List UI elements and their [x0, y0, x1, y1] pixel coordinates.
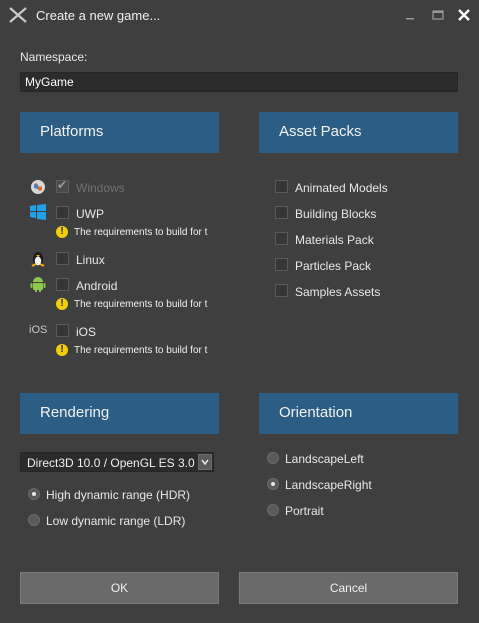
ios-icon: iOS [29, 324, 48, 336]
ok-button[interactable]: OK [20, 572, 219, 604]
animated-models-label: Animated Models [295, 181, 388, 195]
hdr-radio[interactable] [28, 488, 40, 500]
windows-label: Windows [76, 181, 125, 195]
android-checkbox[interactable] [56, 278, 69, 291]
materials-pack-checkbox[interactable] [275, 232, 288, 245]
uwp-checkbox[interactable] [56, 206, 69, 219]
rendering-header: Rendering [20, 393, 219, 434]
linux-label: Linux [76, 253, 105, 267]
warning-icon: ! [56, 226, 68, 238]
namespace-input[interactable] [20, 72, 458, 92]
windows-globe-icon [31, 180, 45, 194]
linux-penguin-icon [31, 252, 45, 267]
ios-checkbox[interactable] [56, 324, 69, 337]
uwp-label: UWP [76, 207, 104, 221]
minimize-icon[interactable] [400, 5, 420, 25]
warning-icon: ! [56, 298, 68, 310]
maximize-icon[interactable] [428, 5, 448, 25]
namespace-label: Namespace: [20, 50, 88, 64]
platforms-header: Platforms [20, 112, 219, 153]
graphics-api-select[interactable]: Direct3D 10.0 / OpenGL ES 3.0 [20, 452, 214, 472]
portrait-label: Portrait [285, 504, 324, 518]
asset-packs-header: Asset Packs [259, 112, 458, 153]
windows-checkbox: ✔ [56, 178, 69, 193]
particles-pack-label: Particles Pack [295, 259, 372, 273]
check-mark-icon: ✔ [57, 178, 68, 192]
windows-logo-icon [30, 204, 46, 220]
ldr-radio[interactable] [28, 514, 40, 526]
android-label: Android [76, 279, 118, 293]
ldr-label: Low dynamic range (LDR) [46, 514, 186, 528]
chevron-down-icon[interactable] [198, 454, 212, 470]
cancel-button[interactable]: Cancel [239, 572, 458, 604]
animated-models-checkbox[interactable] [275, 180, 288, 193]
samples-assets-checkbox[interactable] [275, 284, 288, 297]
particles-pack-checkbox[interactable] [275, 258, 288, 271]
portrait-radio[interactable] [267, 504, 279, 516]
samples-assets-label: Samples Assets [295, 285, 381, 299]
landscape-right-radio[interactable] [267, 478, 279, 490]
graphics-api-value: Direct3D 10.0 / OpenGL ES 3.0 [27, 456, 195, 470]
materials-pack-label: Materials Pack [295, 233, 374, 247]
close-icon[interactable] [454, 5, 474, 25]
building-blocks-label: Building Blocks [295, 207, 377, 221]
linux-checkbox[interactable] [56, 252, 69, 265]
title-bar[interactable]: Create a new game... [0, 0, 479, 32]
hdr-label: High dynamic range (HDR) [46, 488, 191, 502]
ios-label: iOS [76, 325, 97, 339]
android-warning-text: The requirements to build for t [74, 299, 208, 310]
building-blocks-checkbox[interactable] [275, 206, 288, 219]
landscape-left-radio[interactable] [267, 452, 279, 464]
ios-warning-text: The requirements to build for t [74, 345, 208, 356]
window-title: Create a new game... [36, 8, 161, 23]
warning-icon: ! [56, 344, 68, 356]
uwp-warning-text: The requirements to build for t [74, 227, 208, 238]
landscape-left-label: LandscapeLeft [285, 452, 364, 466]
stride-x-icon [9, 7, 27, 23]
android-robot-icon [30, 277, 46, 292]
landscape-right-label: LandscapeRight [285, 478, 372, 492]
orientation-header: Orientation [259, 393, 458, 434]
